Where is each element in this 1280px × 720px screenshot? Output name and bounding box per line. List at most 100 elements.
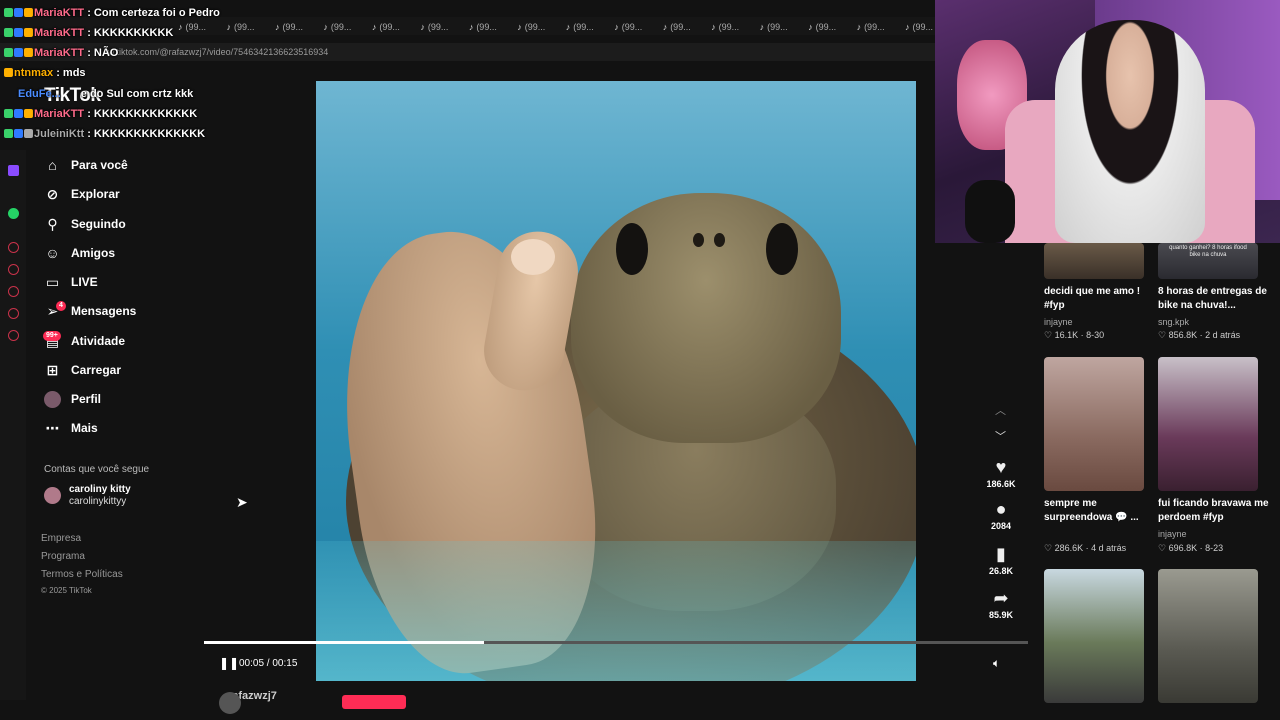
thumbnail-nail: [511, 239, 555, 275]
like-button[interactable]: ♥ 186.6K: [986, 456, 1016, 489]
sidebar-item-seguindo[interactable]: ⚲ Seguindo: [44, 212, 125, 236]
video-thumbnail[interactable]: [1044, 569, 1144, 703]
sidebar-item-amigos[interactable]: ☺ Amigos: [44, 241, 115, 265]
avatar[interactable]: [219, 692, 241, 714]
video-thumbnail[interactable]: quanto ganhei? 8 horas ifood bike na chu…: [1158, 243, 1258, 279]
video-thumbnail[interactable]: [1158, 357, 1258, 491]
bookmark-item[interactable]: ♪ (99...: [420, 18, 448, 35]
bookmark-item[interactable]: ♪ (99...: [808, 18, 836, 35]
url-text: w.tiktok.com/@rafazwzj7/video/7546342136…: [108, 47, 329, 57]
sidebar-item-explorar[interactable]: ⊘ Explorar: [44, 182, 120, 206]
address-bar[interactable]: w.tiktok.com/@rafazwzj7/video/7546342136…: [0, 43, 935, 61]
bookmark-item[interactable]: ♪ (99...: [178, 18, 206, 35]
bookmark-item[interactable]: ♪ (99...: [226, 18, 254, 35]
upload-icon: ⊞: [46, 361, 59, 378]
screen: ♪ (99... ♪ (99... ♪ (99... ♪ (99... ♪ (99... …: [0, 0, 1280, 720]
progress-fill: [204, 641, 485, 644]
card-author: injayne: [1044, 317, 1073, 327]
copyright: © 2025 TikTok: [41, 586, 92, 595]
bookmark-item[interactable]: ♪ (99...: [663, 18, 691, 35]
comment-icon: ●: [995, 499, 1007, 519]
extension-icon[interactable]: [8, 242, 19, 253]
extension-icon[interactable]: [8, 330, 19, 341]
bookmark-item[interactable]: ♪ (99...: [469, 18, 497, 35]
extension-icon[interactable]: [8, 264, 19, 275]
whatsapp-icon[interactable]: [8, 208, 19, 219]
chat-message: MariaKTT : KKKKKKKKKKKKK: [4, 108, 197, 120]
bookmark-item[interactable]: ♪ (99...: [275, 18, 303, 35]
share-icon: ➦: [993, 588, 1009, 608]
messages-badge: 4: [56, 301, 66, 311]
following-name: caroliny kitty: [69, 484, 131, 495]
heart-icon: ♥: [995, 457, 1007, 477]
compass-icon: ⊘: [46, 185, 59, 202]
turtle-nostril: [714, 233, 725, 247]
footer-link[interactable]: Programa: [41, 551, 85, 562]
bookmark-item[interactable]: ♪ (99...: [566, 18, 594, 35]
sidebar-item-live[interactable]: ▭ LIVE: [44, 270, 98, 294]
video-thumbnail[interactable]: [1044, 243, 1144, 279]
pause-icon[interactable]: ❚❚: [219, 656, 239, 670]
twitch-icon[interactable]: [8, 165, 19, 176]
bookmark-item[interactable]: ♪ (99...: [323, 18, 351, 35]
chat-message: MariaKTT : NÃO: [4, 47, 118, 59]
bookmark-item[interactable]: ♪ (99...: [711, 18, 739, 35]
footer-link[interactable]: Empresa: [41, 533, 81, 544]
card-meta: ♡ 696.8K · 8-23: [1158, 543, 1224, 553]
share-button[interactable]: ➦ 85.9K: [986, 587, 1016, 620]
more-icon: ⋯: [45, 419, 60, 436]
live-icon: ▭: [45, 273, 60, 290]
following-handle: carolinykittyy: [69, 496, 127, 507]
card-meta: ♡ 16.1K · 8-30: [1044, 330, 1105, 340]
sidebar-item-carregar[interactable]: ⊞ Carregar: [44, 358, 121, 382]
chat-message: EduFe... e do Sul com crtz kkk: [18, 88, 194, 100]
bookmark-item[interactable]: ♪ (99...: [857, 18, 885, 35]
water: [316, 541, 916, 681]
bookmark-item[interactable]: ♪ (99...: [517, 18, 545, 35]
bookmark-item[interactable]: ♪ (99...: [760, 18, 788, 35]
friends-icon: ☺: [45, 245, 60, 261]
card-meta: ♡ 286.6K · 4 d atrás: [1044, 543, 1127, 553]
bookmark-item[interactable]: ♪ (99...: [372, 18, 400, 35]
bookmark-item[interactable]: ♪ (99...: [905, 18, 933, 35]
card-author: sng.kpk: [1158, 317, 1190, 327]
extension-icon[interactable]: [8, 308, 19, 319]
thumbnail-caption: quanto ganhei? 8 horas ifood bike na chu…: [1169, 245, 1247, 258]
follow-button[interactable]: [342, 695, 406, 709]
chevron-down-icon[interactable]: ﹀: [995, 428, 1006, 444]
chevron-up-icon[interactable]: ︿: [995, 402, 1006, 418]
mouse-cursor: ➤: [236, 494, 248, 510]
following-account[interactable]: caroliny kitty carolinykittyy: [44, 484, 194, 510]
turtle-nostril: [693, 233, 704, 247]
extension-icon[interactable]: [8, 286, 19, 297]
sidebar-item-perfil[interactable]: Perfil: [44, 387, 101, 411]
card-author: injayne: [1158, 529, 1187, 539]
following-icon: ⚲: [47, 215, 58, 232]
microphone: [965, 180, 1015, 243]
bookmark-button[interactable]: ▮ 26.8K: [986, 543, 1016, 576]
bookmark-item[interactable]: ♪ (99...: [614, 18, 642, 35]
sidebar-item-mais[interactable]: ⋯ Mais: [44, 416, 98, 440]
footer-link[interactable]: Termos e Políticas: [41, 569, 123, 580]
video-progress-bar[interactable]: [204, 641, 1028, 644]
chat-message: MariaKTT : KKKKKKKKKK: [4, 27, 173, 39]
home-icon: ⌂: [48, 157, 57, 173]
card-meta: ♡ 856.8K · 2 d atrás: [1158, 330, 1241, 340]
card-title: sempre me surpreendowa 💬 ...: [1044, 498, 1139, 523]
turtle-eye: [766, 223, 798, 275]
avatar: [44, 487, 61, 504]
video-thumbnail[interactable]: [1044, 357, 1144, 491]
card-title: fui ficando bravawa me perdoem #fyp: [1158, 498, 1269, 523]
card-title: decidi que me amo ! #fyp: [1044, 286, 1141, 311]
bookmark-icon: ▮: [996, 544, 1006, 564]
comment-button[interactable]: ● 2084: [986, 498, 1016, 531]
activity-badge: 99+: [43, 331, 61, 341]
avatar: [44, 390, 61, 408]
chat-message: MariaKTT : Com certeza foi o Pedro: [4, 7, 220, 19]
turtle-head: [571, 193, 841, 443]
video-thumbnail[interactable]: [1158, 569, 1258, 703]
volume-icon[interactable]: 🔈︎: [993, 656, 1000, 671]
video-player[interactable]: [316, 81, 916, 681]
video-time: 00:05 / 00:15: [239, 658, 298, 669]
sidebar-item-para-voce[interactable]: ⌂ Para você: [44, 153, 127, 177]
